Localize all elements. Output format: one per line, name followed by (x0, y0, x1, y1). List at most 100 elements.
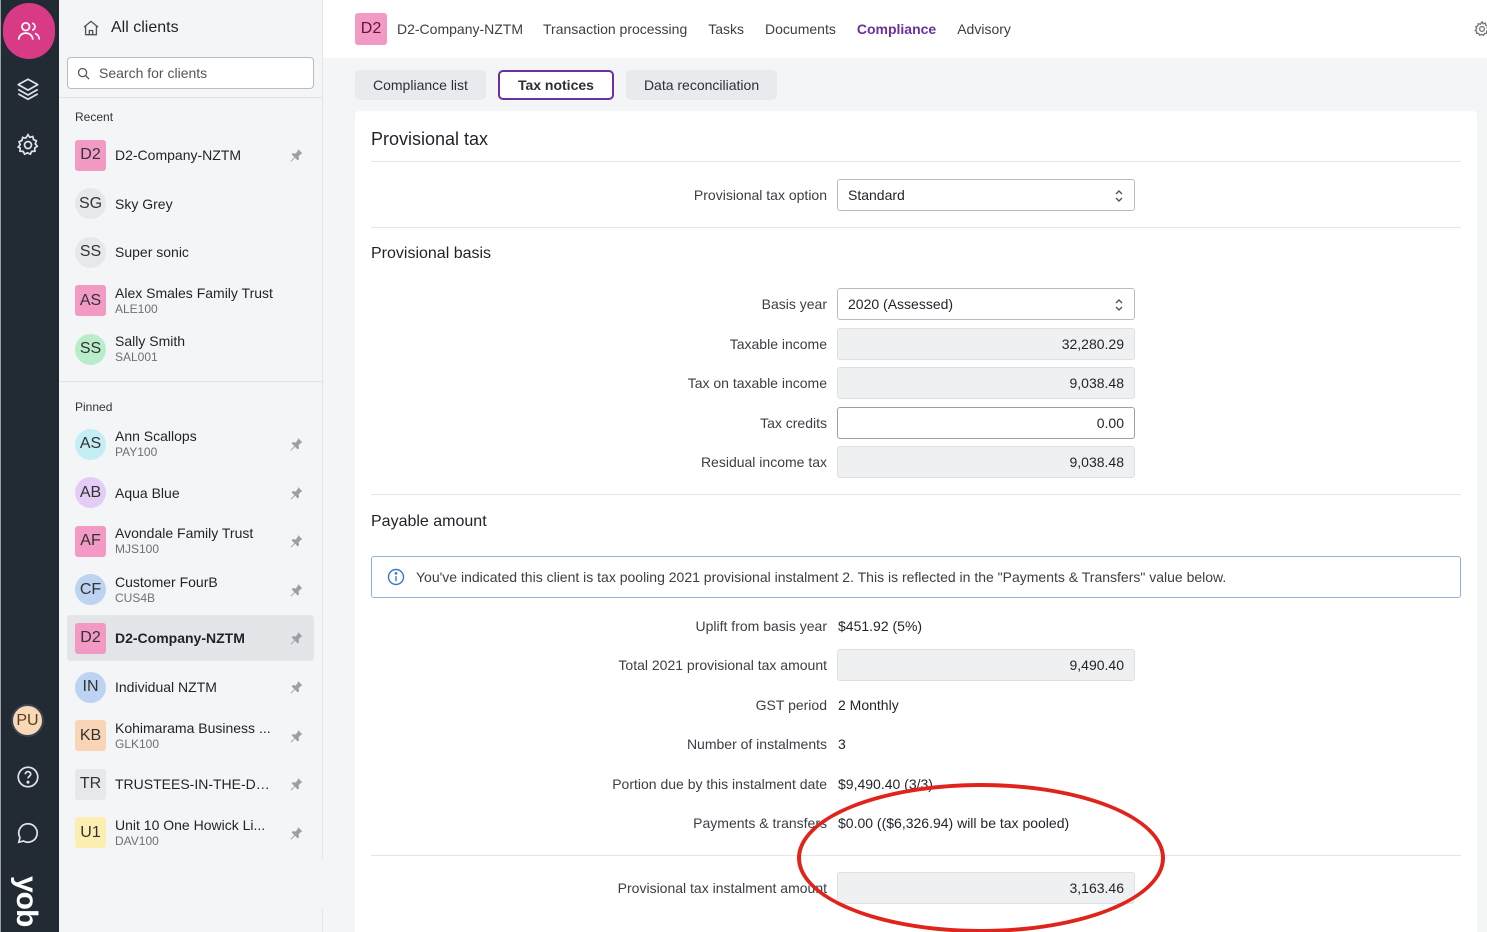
pin-icon[interactable] (288, 436, 304, 452)
field-label: Provisional tax instalment amount (617, 880, 827, 896)
pin-icon[interactable] (288, 147, 304, 163)
basis-year-row: Basis year 2020 (Assessed) (371, 288, 1461, 320)
all-clients-link[interactable]: All clients (59, 0, 322, 56)
layers-icon (17, 78, 39, 101)
tab-data-reconciliation[interactable]: Data reconciliation (625, 70, 778, 100)
client-text: Avondale Family Trust MJS100 (115, 525, 275, 557)
client-list-item[interactable]: D2 D2-Company-NZTM (67, 132, 314, 178)
client-avatar: AF (75, 525, 106, 557)
client-name: TRUSTEES-IN-THE-DH... (115, 776, 275, 793)
top-settings-button[interactable] (1473, 20, 1487, 36)
all-clients-label: All clients (111, 19, 179, 36)
client-list-item[interactable]: SG Sky Grey (67, 181, 314, 227)
payments-transfers-value: $0.00 (($6,326.94) will be tax pooled) (838, 815, 1070, 831)
help-button[interactable] (13, 762, 43, 792)
pin-icon[interactable] (288, 630, 304, 646)
client-code: PAY100 (115, 445, 158, 459)
pin-icon[interactable] (288, 679, 304, 695)
client-avatar: AB (75, 477, 106, 509)
divider (371, 855, 1461, 856)
field-label: Basis year (761, 296, 827, 312)
divider (371, 227, 1461, 228)
client-avatar: SS (75, 333, 106, 365)
tax-on-income-field: 9,038.48 (837, 367, 1135, 399)
search-input[interactable] (99, 65, 299, 81)
pin-icon[interactable] (288, 728, 304, 744)
field-label: Payments & transfers (693, 815, 827, 831)
provisional-option-select[interactable]: Standard (837, 179, 1135, 211)
residual-tax-row: Residual income tax 9,038.48 (371, 446, 1461, 478)
client-text: Ann Scallops PAY100 (115, 428, 275, 460)
tax-credits-input[interactable]: 0.00 (837, 407, 1135, 439)
client-sidebar: All clients Recent D2 D2-Company-NZTM SG Sk… (59, 0, 323, 932)
nav-advisory[interactable]: Advisory (957, 21, 1011, 37)
client-name: Individual NZTM (115, 679, 217, 695)
gear-icon (16, 133, 39, 156)
help-icon (17, 766, 39, 788)
field-label: Total 2021 provisional tax amount (618, 657, 827, 673)
client-code: ALE100 (115, 301, 158, 316)
client-list-item[interactable]: IN Individual NZTM (67, 664, 314, 710)
tab-compliance-list[interactable]: Compliance list (355, 70, 486, 100)
pin-icon[interactable] (288, 533, 304, 549)
pin-icon[interactable] (288, 582, 304, 598)
client-name: D2-Company-NZTM (115, 147, 242, 163)
field-label: Tax on taxable income (687, 375, 827, 391)
client-text: Sky Grey (115, 196, 275, 212)
client-list-item[interactable]: U1 Unit 10 One Howick Li... DAV100 (67, 810, 314, 856)
client-list-item[interactable]: CF Customer FourB CUS4B (67, 567, 314, 613)
pin-icon[interactable] (288, 776, 304, 792)
layers-nav-button[interactable] (13, 74, 43, 104)
client-avatar: AS (75, 428, 106, 460)
settings-nav-button[interactable] (13, 130, 43, 160)
chat-icon (17, 822, 39, 844)
client-list-item[interactable]: SS Sally Smith SAL001 (67, 326, 314, 372)
pin-icon[interactable] (288, 825, 304, 841)
client-code: SAL001 (115, 350, 158, 365)
myob-logo: yob (10, 876, 43, 927)
client-avatar: SS (75, 236, 106, 268)
client-code: CUS4B (115, 590, 156, 605)
client-search[interactable] (67, 57, 314, 89)
client-list-item[interactable]: TR TRUSTEES-IN-THE-DH... (67, 761, 314, 807)
pin-icon[interactable] (288, 485, 304, 501)
tab-tax-notices[interactable]: Tax notices (497, 70, 614, 100)
instalments-value: 3 (838, 736, 846, 752)
field-label: Provisional tax option (693, 187, 827, 203)
total-provisional-row: Total 2021 provisional tax amount 9,490.… (371, 649, 1461, 681)
nav-compliance[interactable]: Compliance (857, 21, 936, 37)
client-text: Alex Smales Family Trust ALE100 (115, 285, 275, 317)
client-list-item[interactable]: D2 D2-Company-NZTM (67, 615, 314, 662)
field-label: Taxable income (729, 336, 827, 352)
residual-tax-field: 9,038.48 (837, 446, 1135, 478)
taxable-income-field: 32,280.29 (837, 328, 1135, 360)
gear-icon (1474, 20, 1487, 36)
company-name[interactable]: D2-Company-NZTM (397, 21, 523, 37)
clients-nav-button[interactable] (3, 3, 55, 59)
nav-documents[interactable]: Documents (765, 21, 836, 37)
client-name: D2-Company-NZTM (115, 630, 245, 647)
chat-button[interactable] (13, 818, 43, 848)
nav-tasks[interactable]: Tasks (708, 21, 744, 37)
search-icon (77, 67, 90, 80)
client-text: TRUSTEES-IN-THE-DH... (115, 776, 275, 792)
basis-year-select[interactable]: 2020 (Assessed) (837, 288, 1135, 320)
client-list-item[interactable]: AF Avondale Family Trust MJS100 (67, 518, 314, 564)
field-label: Portion due by this instalment date (612, 776, 827, 792)
client-text: D2-Company-NZTM (115, 630, 275, 646)
client-list-item[interactable]: AS Alex Smales Family Trust ALE100 (67, 278, 314, 324)
section-title: Provisional basis (371, 245, 492, 262)
field-label: Residual income tax (700, 454, 827, 470)
user-avatar[interactable]: PU (11, 704, 44, 737)
client-avatar: AS (75, 285, 106, 317)
main-nav: Transaction processing Tasks Documents C… (543, 21, 1011, 37)
client-text: Kohimarama Business ... GLK100 (115, 720, 275, 752)
client-list-item[interactable]: AB Aqua Blue (67, 470, 314, 516)
client-list-item[interactable]: AS Ann Scallops PAY100 (67, 421, 314, 467)
client-code: MJS100 (115, 542, 160, 557)
client-name: Ann Scallops (115, 428, 197, 444)
client-list-item[interactable]: KB Kohimarama Business ... GLK100 (67, 713, 314, 759)
nav-transaction-processing[interactable]: Transaction processing (543, 21, 687, 37)
client-avatar: IN (75, 671, 106, 703)
client-list-item[interactable]: SS Super sonic (67, 229, 314, 275)
